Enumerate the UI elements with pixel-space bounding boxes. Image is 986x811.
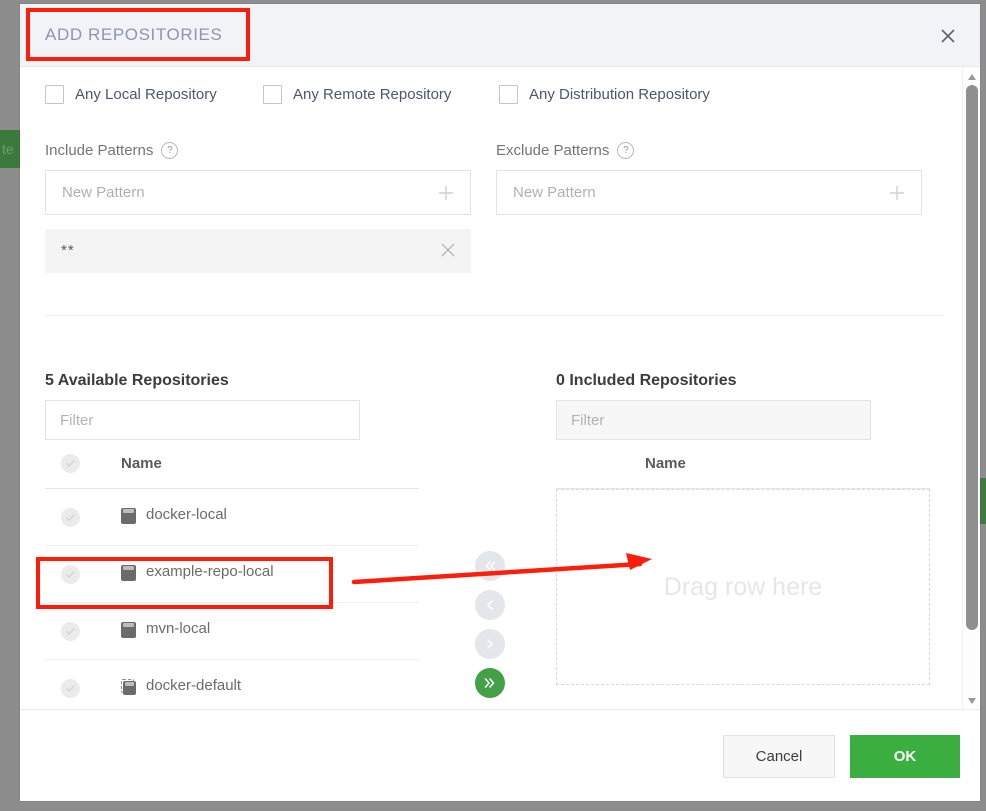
included-filter-placeholder: Filter bbox=[571, 412, 605, 429]
remove-include-pattern-icon[interactable] bbox=[439, 241, 457, 259]
add-repositories-dialog: ADD REPOSITORIES Any Local Repository An… bbox=[20, 4, 980, 801]
available-filter-placeholder: Filter bbox=[60, 412, 94, 429]
help-icon[interactable]: ? bbox=[161, 142, 179, 159]
ok-button[interactable]: OK bbox=[850, 735, 960, 778]
row-checkbox[interactable] bbox=[61, 679, 80, 698]
table-row[interactable]: example-repo-local bbox=[45, 546, 419, 603]
move-all-right-button[interactable] bbox=[475, 668, 505, 698]
move-right-button[interactable] bbox=[475, 629, 505, 659]
move-all-left-button[interactable] bbox=[475, 551, 505, 581]
exclude-patterns-label: Exclude Patterns ? bbox=[496, 142, 922, 159]
repository-name: docker-default bbox=[146, 677, 242, 694]
dialog-header: ADD REPOSITORIES bbox=[20, 4, 980, 67]
checkbox-any-distribution-repository[interactable]: Any Distribution Repository bbox=[499, 85, 710, 104]
checkbox-label: Any Local Repository bbox=[75, 86, 217, 103]
table-row[interactable]: docker-local bbox=[45, 489, 419, 546]
include-pattern-chip[interactable]: ** bbox=[45, 229, 471, 273]
include-patterns-block: Include Patterns ? New Pattern ** bbox=[45, 142, 471, 273]
include-pattern-input[interactable]: New Pattern bbox=[45, 170, 471, 215]
repository-type-checkboxes: Any Local Repository Any Remote Reposito… bbox=[20, 67, 960, 123]
checkbox-any-local-repository[interactable]: Any Local Repository bbox=[45, 85, 217, 104]
included-repositories-pane: 0 Included Repositories Filter Name Drag… bbox=[556, 372, 930, 685]
exclude-patterns-block: Exclude Patterns ? New Pattern bbox=[496, 142, 922, 215]
table-row[interactable]: mvn-local bbox=[45, 603, 419, 660]
available-name-column-label: Name bbox=[121, 455, 162, 472]
close-icon[interactable] bbox=[934, 22, 962, 50]
available-repositories-title: 5 Available Repositories bbox=[45, 372, 229, 389]
exclude-pattern-input[interactable]: New Pattern bbox=[496, 170, 922, 215]
section-divider bbox=[45, 315, 945, 316]
available-repositories-pane: 5 Available Repositories Filter Name doc… bbox=[45, 372, 419, 709]
add-exclude-pattern-icon[interactable] bbox=[887, 183, 907, 203]
checkbox-box[interactable] bbox=[499, 85, 518, 104]
scroll-up-icon[interactable] bbox=[966, 70, 978, 82]
available-column-header: Name bbox=[45, 440, 419, 488]
background-green-button-fragment[interactable]: te bbox=[0, 130, 22, 168]
cancel-button[interactable]: Cancel bbox=[723, 735, 835, 778]
row-checkbox[interactable] bbox=[61, 508, 80, 527]
checkbox-any-remote-repository[interactable]: Any Remote Repository bbox=[263, 85, 451, 104]
transfer-buttons bbox=[475, 551, 535, 707]
checkbox-box[interactable] bbox=[45, 85, 64, 104]
vertical-scrollbar[interactable] bbox=[962, 67, 980, 709]
help-icon[interactable]: ? bbox=[617, 142, 635, 159]
row-checkbox[interactable] bbox=[61, 622, 80, 641]
repository-name: mvn-local bbox=[146, 620, 211, 637]
included-name-column-label: Name bbox=[645, 455, 686, 472]
include-pattern-placeholder: New Pattern bbox=[62, 184, 145, 201]
drop-zone[interactable]: Drag row here bbox=[556, 489, 930, 685]
add-include-pattern-icon[interactable] bbox=[436, 183, 456, 203]
screen: te ADD REPOSITORIES Any Local Repository bbox=[0, 0, 986, 811]
included-filter-input[interactable]: Filter bbox=[556, 400, 871, 440]
scrollbar-thumb[interactable] bbox=[966, 85, 978, 630]
dialog-footer: Cancel OK bbox=[20, 709, 980, 801]
row-checkbox[interactable] bbox=[61, 565, 80, 584]
include-patterns-label-text: Include Patterns bbox=[45, 142, 154, 159]
repository-name: example-repo-local bbox=[146, 563, 274, 580]
exclude-patterns-label-text: Exclude Patterns bbox=[496, 142, 610, 159]
move-left-button[interactable] bbox=[475, 590, 505, 620]
page-title: ADD REPOSITORIES bbox=[45, 25, 223, 44]
select-all-available-checkbox[interactable] bbox=[61, 454, 80, 473]
table-row[interactable]: docker-default bbox=[45, 660, 419, 709]
dialog-body: Any Local Repository Any Remote Reposito… bbox=[20, 67, 980, 709]
included-repositories-title: 0 Included Repositories bbox=[556, 372, 737, 389]
scroll-down-icon[interactable] bbox=[966, 694, 978, 706]
drop-zone-text: Drag row here bbox=[663, 572, 823, 601]
checkbox-box[interactable] bbox=[263, 85, 282, 104]
include-pattern-chip-value: ** bbox=[61, 242, 75, 259]
include-patterns-label: Include Patterns ? bbox=[45, 142, 471, 159]
checkbox-label: Any Distribution Repository bbox=[529, 86, 710, 103]
exclude-pattern-placeholder: New Pattern bbox=[513, 184, 596, 201]
checkbox-label: Any Remote Repository bbox=[293, 86, 452, 103]
available-filter-input[interactable]: Filter bbox=[45, 400, 360, 440]
repository-name: docker-local bbox=[146, 506, 227, 523]
included-column-header: Name bbox=[556, 440, 930, 488]
